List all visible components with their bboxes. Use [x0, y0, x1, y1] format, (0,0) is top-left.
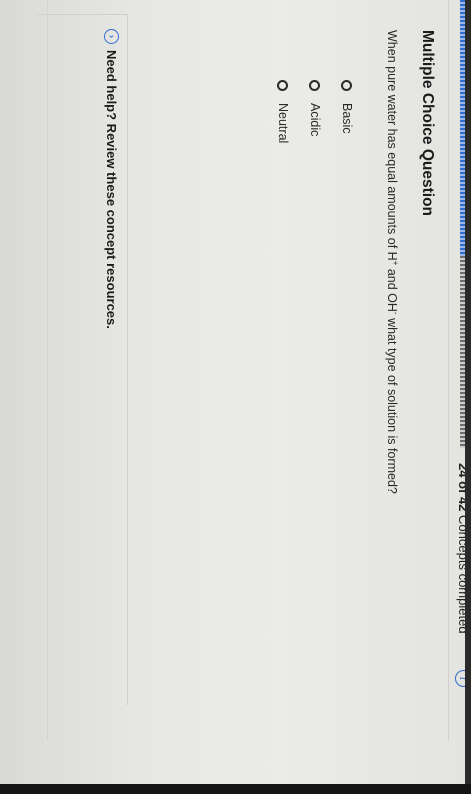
option-acidic[interactable]: Acidic — [306, 80, 324, 136]
question-type: Multiple Choice Question — [419, 30, 436, 217]
question-card: Multiple Choice Question When pure water… — [28, 0, 449, 740]
option-label: Basic — [340, 103, 354, 134]
option-label: Neutral — [276, 103, 290, 144]
divider — [47, 0, 48, 740]
help-label[interactable]: Need help? Review these concept resource… — [104, 50, 119, 329]
photo-edge-right — [465, 0, 471, 794]
radio-button[interactable] — [309, 80, 321, 91]
option-label: Acidic — [308, 103, 322, 137]
question-text-part-1: When pure water has equal amounts of H — [384, 30, 399, 261]
question-text: When pure water has equal amounts of H+ … — [385, 30, 400, 494]
photo-edge-bottom — [0, 784, 471, 794]
question-text-part-2: and OH — [384, 265, 399, 312]
option-neutral[interactable]: Neutral — [274, 80, 292, 143]
help-link[interactable]: › Need help? Review these concept resour… — [104, 29, 119, 329]
question-text-part-3: what type of solution is formed? — [384, 314, 399, 494]
radio-button[interactable] — [341, 80, 353, 91]
option-basic[interactable]: Basic — [338, 80, 356, 134]
page-surface: 24 of 42 Concepts completed i Multiple C… — [0, 0, 471, 794]
chevron-right-icon[interactable]: › — [104, 29, 119, 44]
photo-background: 24 of 42 Concepts completed i Multiple C… — [0, 0, 471, 794]
help-box: › Need help? Review these concept resour… — [37, 14, 128, 705]
radio-button[interactable] — [277, 80, 289, 91]
